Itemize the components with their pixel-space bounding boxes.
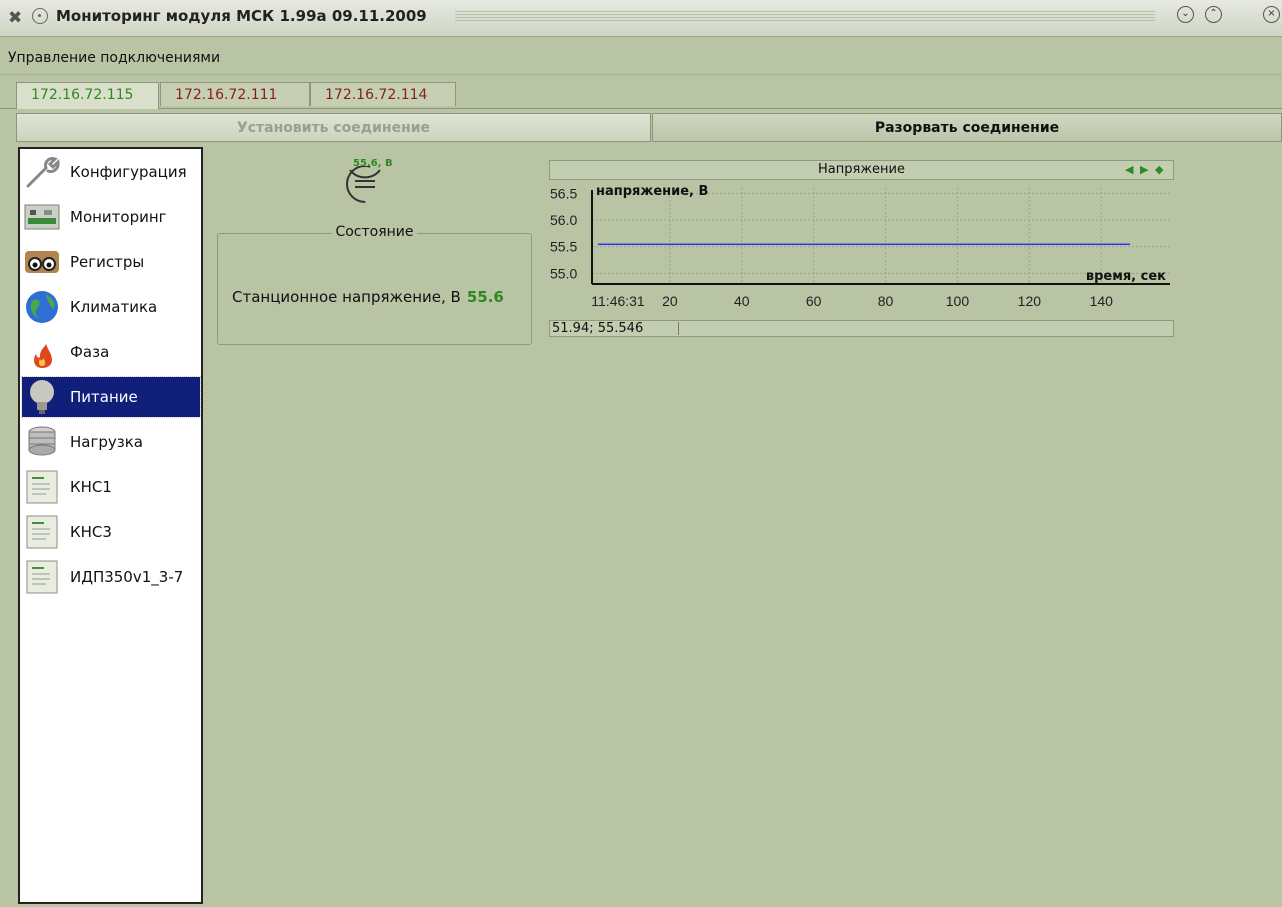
window-title: Мониторинг модуля МСК 1.99а 09.11.2009: [56, 7, 427, 25]
x-tick-label: 80: [878, 293, 894, 309]
sidebar-item-configuration[interactable]: Конфигурация: [22, 152, 200, 192]
y-tick-label: 55.0: [550, 265, 577, 281]
state-group: Состояние Станционное напряжение, В 55.6: [217, 224, 532, 345]
document-icon: [22, 513, 62, 551]
disconnect-button[interactable]: Разорвать соединение: [652, 113, 1282, 142]
document-icon: [22, 468, 62, 506]
y-tick-label: 56.0: [550, 212, 577, 228]
lightbulb-icon: [22, 378, 62, 416]
sidebar-item-kns1[interactable]: КНС1: [22, 467, 200, 507]
diamond-icon[interactable]: ◆: [1155, 164, 1163, 176]
station-voltage-row: Станционное напряжение, В 55.6: [232, 288, 504, 306]
tab-host-2[interactable]: 172.16.72.111: [160, 82, 310, 106]
sidebar-item-kns3[interactable]: КНС3: [22, 512, 200, 552]
tab-host-1[interactable]: 172.16.72.115: [16, 82, 159, 109]
sidebar-item-idp350[interactable]: ИДП350v1_3-7: [22, 557, 200, 597]
arrow-right-icon[interactable]: ▶: [1140, 164, 1148, 176]
state-group-title: Состояние: [332, 224, 417, 240]
fire-icon: [22, 333, 62, 371]
sidebar-item-phase[interactable]: Фаза: [22, 332, 200, 372]
station-voltage-value: 55.6: [466, 288, 504, 306]
status-separator: [678, 322, 679, 335]
cursor-coordinates: 51.94; 55.546: [552, 321, 644, 336]
title-bar: ✖ Мониторинг модуля МСК 1.99а 09.11.2009…: [0, 0, 1282, 37]
maximize-icon[interactable]: ⌃: [1205, 6, 1222, 23]
circuit-board-icon: [22, 198, 62, 236]
x-tick-label: 60: [806, 293, 822, 309]
sidebar-item-climate[interactable]: Климатика: [22, 287, 200, 327]
connect-button[interactable]: Установить соединение: [16, 113, 651, 142]
wrench-icon: [22, 153, 62, 191]
chart-status-bar: 51.94; 55.546: [549, 320, 1174, 337]
menu-connections[interactable]: Управление подключениями: [8, 50, 220, 66]
tab-host-3[interactable]: 172.16.72.114: [310, 82, 456, 106]
x-tick-label: 100: [946, 293, 970, 309]
sidebar: Конфигурация Мониторинг Регистры Климати…: [18, 147, 203, 904]
chart-header: Напряжение ◀ ▶ ◆: [549, 160, 1174, 180]
x-tick-label: 120: [1018, 293, 1042, 309]
arrow-left-icon[interactable]: ◀: [1125, 164, 1133, 176]
tools-icon[interactable]: ✖: [8, 9, 22, 27]
server-icon: [22, 423, 62, 461]
menu-bar: Управление подключениями: [0, 46, 1282, 75]
x-tick-label: 20: [662, 293, 678, 309]
close-icon[interactable]: ×: [1263, 6, 1280, 23]
chart-title: Напряжение: [818, 162, 905, 177]
host-tabs: 172.16.72.115 172.16.72.111 172.16.72.11…: [0, 82, 1282, 109]
sidebar-item-monitoring[interactable]: Мониторинг: [22, 197, 200, 237]
sidebar-item-load[interactable]: Нагрузка: [22, 422, 200, 462]
x-tick-label: 40: [734, 293, 750, 309]
y-axis-label: напряжение, В: [596, 184, 708, 199]
title-bar-stripes: [455, 11, 1155, 21]
sidebar-item-registers[interactable]: Регистры: [22, 242, 200, 282]
x-axis-label: время, сек: [1086, 269, 1166, 284]
station-voltage-label: Станционное напряжение, В: [232, 288, 461, 306]
x-tick-start: 11:46:31: [591, 293, 645, 309]
gauge-icon: [344, 165, 386, 210]
y-tick-label: 56.5: [550, 185, 577, 201]
sidebar-item-power[interactable]: Питание: [21, 376, 201, 418]
voltage-chart: напряжение, В время, сек 11:46:31 56.5 56…: [550, 184, 1170, 309]
document-icon: [22, 558, 62, 596]
y-tick-label: 55.5: [550, 239, 577, 255]
eyes-icon: [22, 243, 62, 281]
globe-icon: [22, 288, 62, 326]
x-tick-label: 140: [1090, 293, 1114, 309]
minimize-icon[interactable]: ⌄: [1177, 6, 1194, 23]
window-menu-icon[interactable]: [32, 8, 48, 24]
